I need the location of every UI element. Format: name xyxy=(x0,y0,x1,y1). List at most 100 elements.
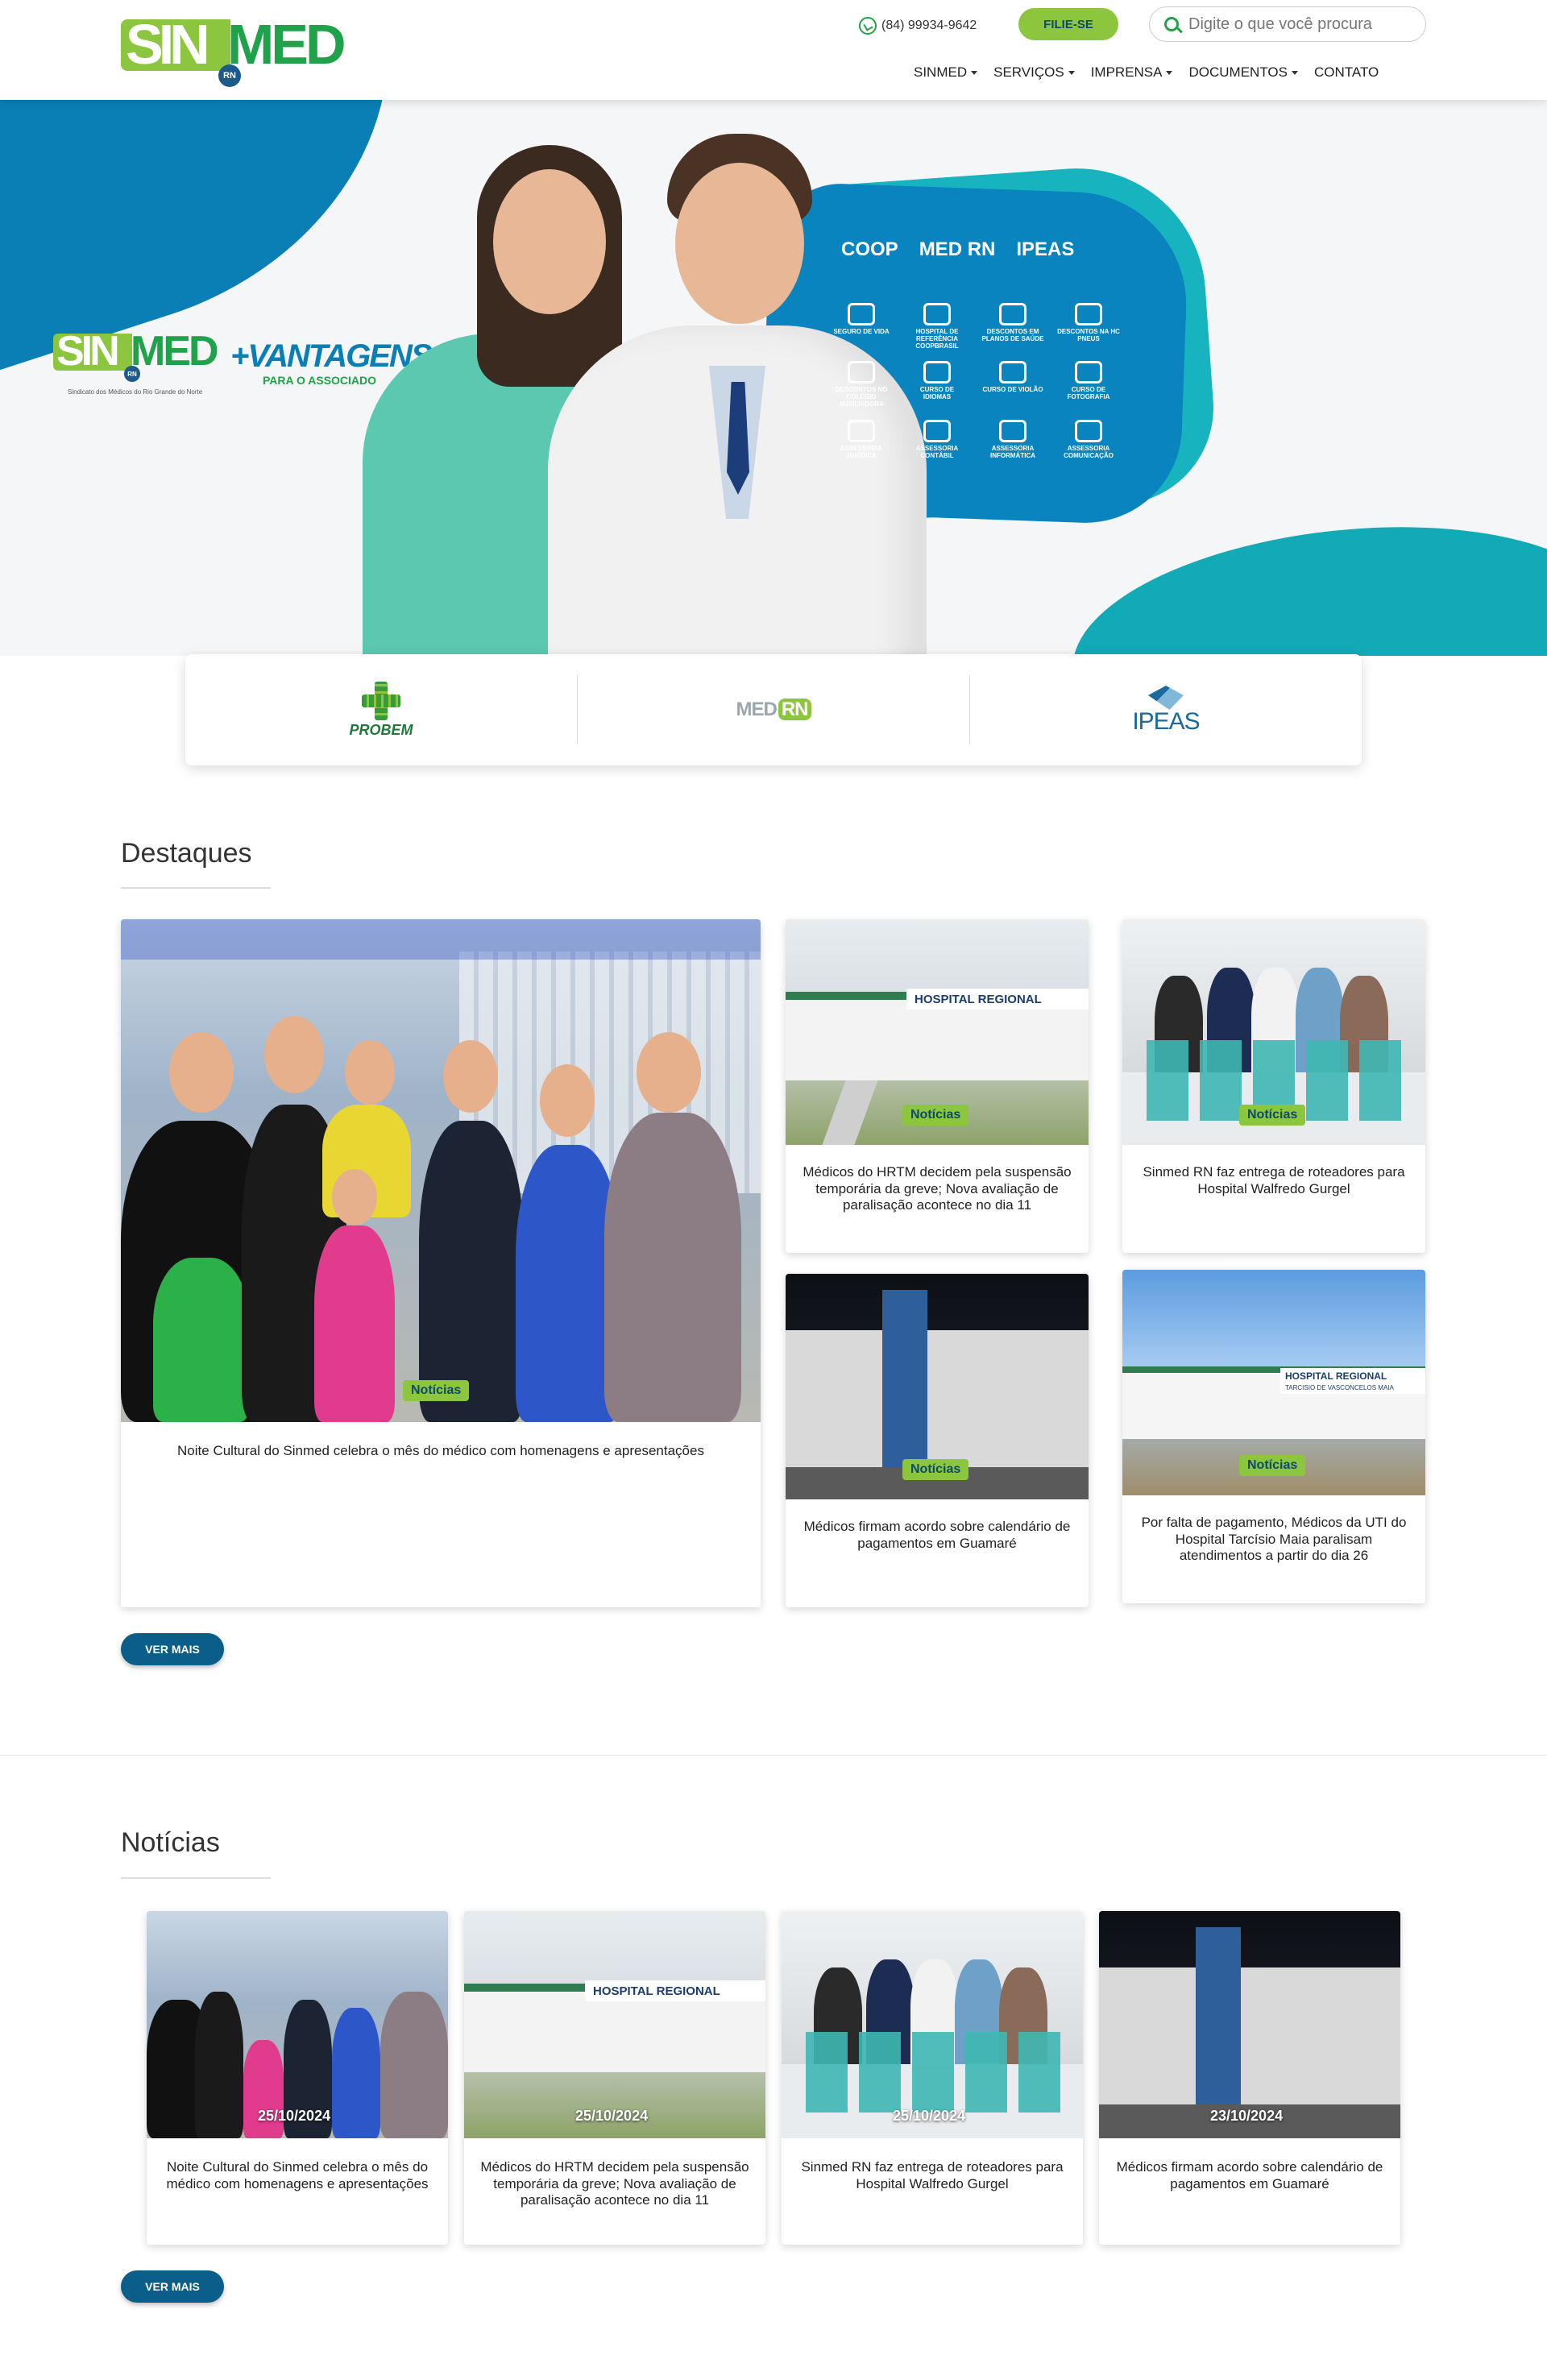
category-badge[interactable]: Notícias xyxy=(1239,1105,1306,1126)
nav-item-imprensa[interactable]: IMPRENSA xyxy=(1091,64,1173,81)
news-underline xyxy=(121,1877,271,1879)
person-face xyxy=(169,1032,234,1113)
probem-label: PROBEM xyxy=(349,721,413,738)
hero-brand-ipeas: IPEAS xyxy=(1016,238,1075,260)
nav-item-documentos[interactable]: DOCUMENTOS xyxy=(1188,64,1298,81)
hero-logo-med: MED xyxy=(131,328,219,375)
heart-icon xyxy=(848,303,875,325)
category-badge[interactable]: Notícias xyxy=(902,1459,969,1480)
benefit-item: SEGURO DE VIDA xyxy=(830,303,893,350)
benefit-label: DESCONTOS NO COLÉGIO AUXILIADORA xyxy=(835,386,888,408)
benefit-item: CURSO DE FOTOGRAFIA xyxy=(1057,361,1120,408)
nav-item-label: SINMED xyxy=(914,64,968,80)
news-image xyxy=(147,1911,448,2138)
highlight-image xyxy=(121,919,761,1422)
person-figure xyxy=(604,1113,741,1422)
phone-contact[interactable]: (84) 99934-9642 xyxy=(859,16,977,35)
news-card[interactable]: 23/10/2024 Médicos firmam acordo sobre c… xyxy=(1099,1911,1400,2245)
highlight-card[interactable]: Notícias Médicos firmam acordo sobre cal… xyxy=(786,1274,1089,1607)
hospital-sign: HOSPITAL REGIONAL xyxy=(906,989,1089,1010)
category-badge[interactable]: Notícias xyxy=(1239,1455,1306,1476)
whatsapp-icon xyxy=(859,17,877,35)
building-tower xyxy=(882,1290,927,1467)
partners-bar: PROBEM MED RN IPEAS xyxy=(185,654,1362,765)
nav-item-label: CONTATO xyxy=(1313,64,1379,80)
highlight-card[interactable]: HOSPITAL REGIONAL TARCISIO DE VASCONCELO… xyxy=(1122,1270,1425,1603)
doctor-man-face xyxy=(675,163,804,324)
card-title[interactable]: Médicos do HRTM decidem pela suspensão t… xyxy=(802,1164,1072,1214)
card-title[interactable]: Médicos firmam acordo sobre calendário d… xyxy=(1115,2159,1384,2192)
card-title[interactable]: Por falta de pagamento, Médicos da UTI d… xyxy=(1138,1515,1409,1565)
building-tower xyxy=(1196,1927,1241,2104)
benefit-label: DESCONTOS NA HC PNEUS xyxy=(1057,328,1120,342)
card-title[interactable]: Sinmed RN faz entrega de roteadores para… xyxy=(798,2159,1067,2192)
hero-brand-row: COOP MED RN IPEAS xyxy=(841,238,1074,261)
benefit-label: HOSPITAL DE REFERÊNCIA COOPBRASIL xyxy=(915,328,959,350)
blue-light xyxy=(121,919,761,960)
caret-down-icon xyxy=(1068,70,1075,75)
news-card[interactable]: 25/10/2024 Noite Cultural do Sinmed cele… xyxy=(147,1911,448,2245)
highlight-card[interactable]: HOSPITAL REGIONAL Notícias Médicos do HR… xyxy=(786,919,1089,1253)
benefit-item: DESCONTOS NO COLÉGIO AUXILIADORA xyxy=(830,361,893,408)
sinmed-logo[interactable]: SIN MED RN xyxy=(121,13,346,87)
card-title[interactable]: Sinmed RN faz entrega de roteadores para… xyxy=(1138,1164,1409,1197)
graduation-cap-icon xyxy=(923,361,951,384)
router-boxes xyxy=(806,2032,1064,2113)
search-box[interactable] xyxy=(1149,6,1426,42)
card-title[interactable]: Noite Cultural do Sinmed celebra o mês d… xyxy=(163,2159,432,2192)
caret-down-icon xyxy=(1291,70,1298,75)
person-figure xyxy=(332,2008,380,2138)
hero-logo-sin: SIN xyxy=(56,328,120,375)
caret-down-icon xyxy=(971,70,978,75)
benefit-label: CURSO DE VIOLÃO xyxy=(982,386,1043,394)
news-card[interactable]: HOSPITAL REGIONAL 25/10/2024 Médicos do … xyxy=(464,1911,765,2245)
partner-medrn[interactable]: MED RN xyxy=(578,675,970,744)
search-input[interactable] xyxy=(1188,15,1406,34)
highlights-underline xyxy=(121,887,271,889)
card-title[interactable]: Médicos firmam acordo sobre calendário d… xyxy=(802,1519,1072,1552)
search-icon[interactable] xyxy=(1164,17,1179,31)
hospital-sign: HOSPITAL REGIONAL xyxy=(1280,1368,1425,1384)
benefit-item: DESCONTOS EM PLANOS DE SAÚDE xyxy=(981,303,1044,350)
news-more-button[interactable]: VER MAIS xyxy=(121,2270,224,2303)
benefit-label: ASSESSORIA CONTÁBIL xyxy=(915,444,959,459)
hero-logo-rn: RN xyxy=(124,366,140,382)
walkway xyxy=(822,1080,878,1145)
hero-banner[interactable]: SIN MED RN Sindicato dos Médicos do Rio … xyxy=(0,100,1547,656)
news-date: 25/10/2024 xyxy=(575,2108,649,2124)
nav-item-contato[interactable]: CONTATO xyxy=(1314,64,1379,81)
logo-sin-text: SIN xyxy=(126,13,210,76)
medrn-rn-text: RN xyxy=(778,699,811,720)
highlight-card-main[interactable]: Notícias Noite Cultural do Sinmed celebr… xyxy=(121,919,761,1607)
highlights-more-button[interactable]: VER MAIS xyxy=(121,1633,224,1665)
nav-item-servicos[interactable]: SERVIÇOS xyxy=(993,64,1075,81)
hospital-icon xyxy=(923,303,951,325)
site-header: SIN MED RN (84) 99934-9642 FILIE-SE SINM… xyxy=(0,0,1547,100)
benefit-label: ASSESSORIA JURÍDICA xyxy=(840,444,883,459)
medrn-logo: MED RN xyxy=(736,699,811,721)
benefit-item: CURSO DE VIOLÃO xyxy=(981,361,1044,408)
nav-item-sinmed[interactable]: SINMED xyxy=(914,64,978,81)
nav-item-label: SERVIÇOS xyxy=(993,64,1064,80)
medrn-med-text: MED xyxy=(736,699,777,720)
benefit-item: CURSO DE IDIOMAS xyxy=(906,361,968,408)
person-face xyxy=(332,1169,377,1225)
partner-probem[interactable]: PROBEM xyxy=(185,675,578,744)
highlight-card[interactable]: Notícias Sinmed RN faz entrega de rotead… xyxy=(1122,919,1425,1253)
camera-icon xyxy=(1075,361,1102,384)
car-icon xyxy=(1075,303,1102,325)
category-badge[interactable]: Notícias xyxy=(902,1105,969,1126)
hero-swoosh-bottom-right xyxy=(1061,502,1547,656)
doctor-woman-face xyxy=(493,169,606,314)
hero-brand-medrn: MED RN xyxy=(919,238,996,260)
highlights-title: Destaques xyxy=(121,838,252,869)
partner-ipeas[interactable]: IPEAS xyxy=(970,675,1362,744)
news-date: 25/10/2024 xyxy=(258,2108,331,2124)
join-button[interactable]: FILIE-SE xyxy=(1018,8,1118,40)
card-title[interactable]: Médicos do HRTM decidem pela suspensão t… xyxy=(480,2159,749,2209)
health-shield-icon xyxy=(999,303,1026,325)
card-title[interactable]: Noite Cultural do Sinmed celebra o mês d… xyxy=(137,1443,744,1460)
benefit-item: DESCONTOS NA HC PNEUS xyxy=(1057,303,1120,350)
news-card[interactable]: 25/10/2024 Sinmed RN faz entrega de rote… xyxy=(782,1911,1083,2245)
category-badge[interactable]: Notícias xyxy=(403,1380,470,1401)
